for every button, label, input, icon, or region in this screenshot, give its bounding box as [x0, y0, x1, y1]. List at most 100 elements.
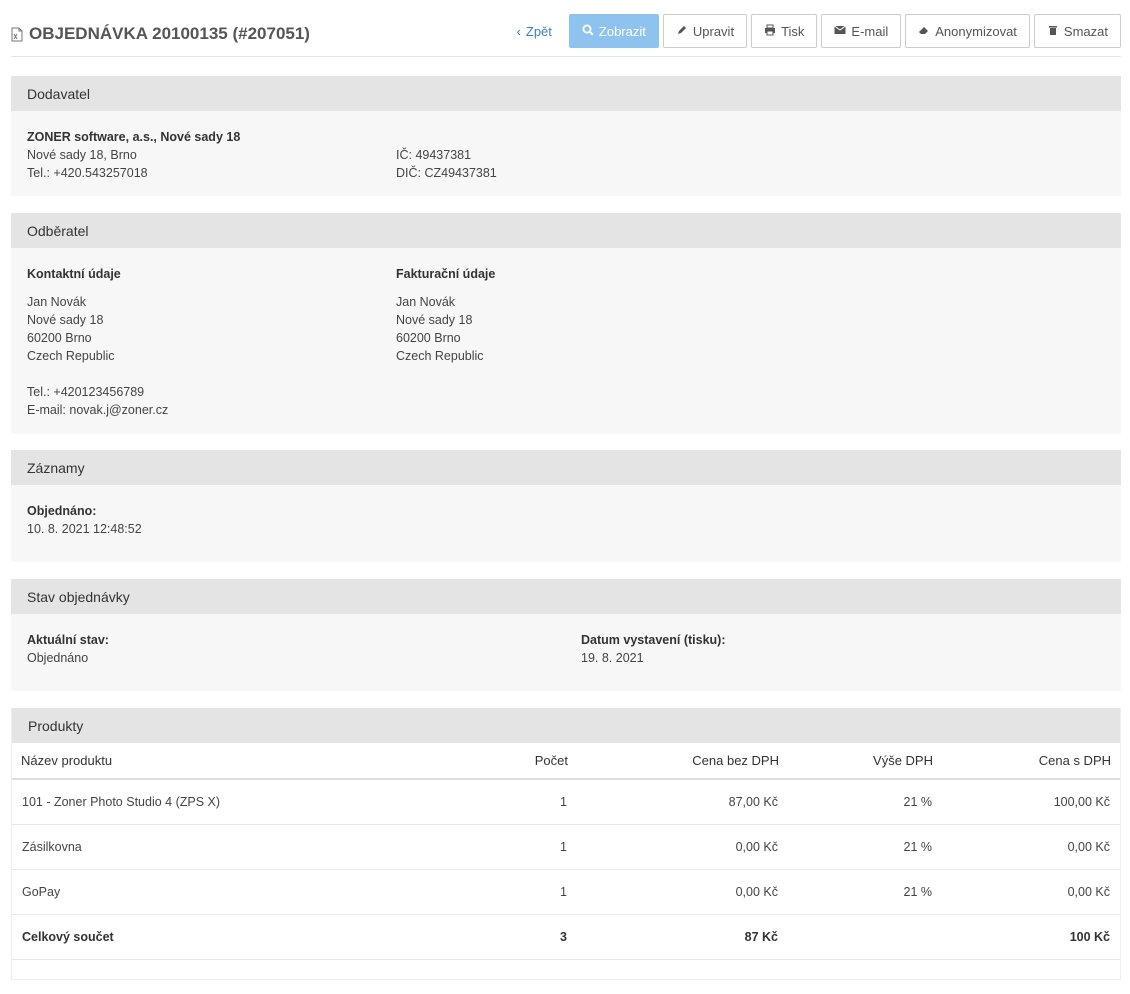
records-body: Objednáno: 10. 8. 2021 12:48:52	[11, 485, 1121, 555]
customer-contact-block: Kontaktní údaje Jan Novák Nové sady 18 6…	[27, 265, 168, 419]
total-price-excl-vat: 87 Kč	[577, 914, 788, 960]
table-total-row: Celkový součet 3 87 Kč 100 Kč	[12, 914, 1120, 960]
pencil-icon	[676, 24, 688, 39]
supplier-ic: IČ: 49437381	[396, 148, 472, 162]
toolbar: ‹ Zpět Zobrazit Upravit Tisk E-mail Anon…	[503, 14, 1121, 48]
supplier-dic: DIČ: CZ49437381	[396, 166, 497, 180]
customer-heading: Odběratel	[11, 213, 1121, 248]
supplier-address: Nové sady 18, Brno	[27, 148, 137, 162]
product-price-excl-vat: 87,00 Kč	[577, 779, 788, 825]
email-button-label: E-mail	[851, 23, 889, 39]
total-price-incl-vat: 100 Kč	[942, 914, 1120, 960]
view-button[interactable]: Zobrazit	[568, 14, 659, 48]
records-panel: Záznamy Objednáno: 10. 8. 2021 12:48:52	[11, 450, 1121, 562]
col-price-excl-vat: Cena bez DPH	[577, 743, 788, 780]
edit-button-label: Upravit	[692, 23, 735, 39]
anonymize-button-label: Anonymizovat	[935, 23, 1017, 39]
billing-street: Nové sady 18	[396, 313, 473, 327]
chevron-left-icon: ‹	[516, 23, 521, 39]
col-vat: Výše DPH	[788, 743, 942, 780]
customer-panel: Odběratel Kontaktní údaje Jan Novák Nové…	[11, 213, 1121, 434]
delete-button-label: Smazat	[1063, 23, 1108, 39]
col-quantity: Počet	[452, 743, 577, 780]
supplier-body: ZONER software, a.s., Nové sady 18 Nové …	[11, 111, 1121, 196]
product-name: 101 - Zoner Photo Studio 4 (ZPS X)	[12, 779, 452, 825]
product-quantity: 1	[452, 824, 577, 870]
products-table: Název produktu Počet Cena bez DPH Výše D…	[12, 743, 1120, 960]
billing-city: 60200 Brno	[396, 331, 461, 345]
page-title-text: OBJEDNÁVKA 20100135 (#207051)	[29, 24, 310, 43]
status-body: Aktuální stav: Objednáno Datum vystavení…	[11, 614, 1121, 691]
table-row: GoPay 1 0,00 Kč 21 % 0,00 Kč	[12, 869, 1120, 915]
product-vat: 21 %	[788, 869, 942, 915]
products-panel: Produkty Název produktu Počet Cena bez D…	[11, 708, 1121, 980]
product-price-incl-vat: 0,00 Kč	[942, 869, 1120, 915]
product-name: Zásilkovna	[12, 824, 452, 870]
contact-heading: Kontaktní údaje	[27, 267, 121, 281]
ordered-label: Objednáno:	[27, 504, 97, 518]
col-price-incl-vat: Cena s DPH	[942, 743, 1120, 780]
delete-button[interactable]: Smazat	[1033, 14, 1121, 48]
product-price-excl-vat: 0,00 Kč	[577, 824, 788, 870]
product-vat: 21 %	[788, 779, 942, 825]
contact-phone: Tel.: +420123456789	[27, 385, 145, 399]
document-icon	[11, 27, 23, 42]
billing-name: Jan Novák	[396, 295, 456, 309]
edit-button[interactable]: Upravit	[662, 14, 748, 48]
back-button-label: Zpět	[525, 23, 552, 39]
page-title: OBJEDNÁVKA 20100135 (#207051)	[11, 24, 310, 44]
total-quantity: 3	[452, 914, 577, 960]
product-price-incl-vat: 100,00 Kč	[942, 779, 1120, 825]
col-product-name: Název produktu	[12, 743, 452, 780]
total-vat	[788, 914, 942, 960]
table-header-row: Název produktu Počet Cena bez DPH Výše D…	[12, 743, 1120, 780]
records-heading: Záznamy	[11, 450, 1121, 485]
status-heading: Stav objednávky	[11, 579, 1121, 614]
supplier-panel: Dodavatel ZONER software, a.s., Nové sad…	[11, 76, 1121, 196]
customer-billing-block: Fakturační údaje Jan Novák Nové sady 18 …	[396, 265, 495, 365]
print-button-label: Tisk	[781, 23, 805, 39]
issued-date-value: 19. 8. 2021	[581, 651, 644, 665]
eraser-icon	[918, 24, 930, 39]
table-row: Zásilkovna 1 0,00 Kč 21 % 0,00 Kč	[12, 824, 1120, 870]
anonymize-button[interactable]: Anonymizovat	[905, 14, 1030, 48]
back-button[interactable]: ‹ Zpět	[503, 14, 565, 48]
trash-icon	[1047, 24, 1059, 39]
supplier-address-block: ZONER software, a.s., Nové sady 18 Nové …	[27, 128, 240, 182]
printer-icon	[764, 24, 776, 39]
print-button[interactable]: Tisk	[751, 14, 818, 48]
supplier-phone: Tel.: +420.543257018	[27, 166, 148, 180]
email-button[interactable]: E-mail	[821, 14, 902, 48]
contact-country: Czech Republic	[27, 349, 115, 363]
page-header: OBJEDNÁVKA 20100135 (#207051) ‹ Zpět Zob…	[11, 14, 1121, 57]
current-status-label: Aktuální stav:	[27, 633, 109, 647]
billing-heading: Fakturační údaje	[396, 267, 496, 281]
billing-country: Czech Republic	[396, 349, 484, 363]
ordered-value: 10. 8. 2021 12:48:52	[27, 522, 142, 536]
supplier-ids-block: IČ: 49437381 DIČ: CZ49437381	[396, 146, 497, 182]
issued-date-block: Datum vystavení (tisku): 19. 8. 2021	[581, 631, 725, 667]
current-status-value: Objednáno	[27, 651, 89, 665]
issued-date-label: Datum vystavení (tisku):	[581, 633, 726, 647]
product-price-excl-vat: 0,00 Kč	[577, 869, 788, 915]
contact-city: 60200 Brno	[27, 331, 92, 345]
total-label: Celkový součet	[12, 914, 452, 960]
supplier-heading: Dodavatel	[11, 76, 1121, 111]
table-row: 101 - Zoner Photo Studio 4 (ZPS X) 1 87,…	[12, 779, 1120, 825]
contact-street: Nové sady 18	[27, 313, 104, 327]
contact-email: E-mail: novak.j@zoner.cz	[27, 403, 169, 417]
products-heading: Produkty	[12, 708, 1120, 743]
product-name: GoPay	[12, 869, 452, 915]
contact-name: Jan Novák	[27, 295, 87, 309]
product-vat: 21 %	[788, 824, 942, 870]
envelope-icon	[834, 24, 847, 39]
search-icon	[582, 24, 594, 39]
view-button-label: Zobrazit	[598, 23, 646, 39]
supplier-name: ZONER software, a.s., Nové sady 18	[27, 130, 241, 144]
product-quantity: 1	[452, 869, 577, 915]
status-panel: Stav objednávky Aktuální stav: Objednáno…	[11, 579, 1121, 691]
product-price-incl-vat: 0,00 Kč	[942, 824, 1120, 870]
customer-body: Kontaktní údaje Jan Novák Nové sady 18 6…	[11, 248, 1121, 434]
current-status-block: Aktuální stav: Objednáno	[27, 631, 109, 667]
product-quantity: 1	[452, 779, 577, 825]
